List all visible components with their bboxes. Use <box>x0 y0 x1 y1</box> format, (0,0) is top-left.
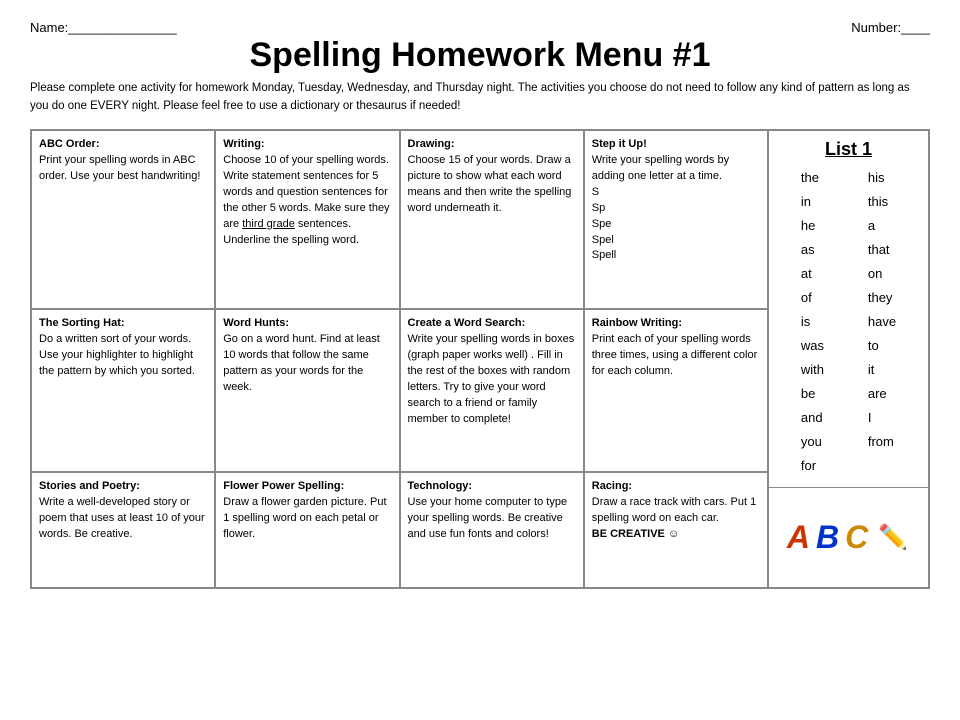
cell-body: Choose 10 of your spelling words. Write … <box>223 154 389 246</box>
page-title: Spelling Homework Menu #1 <box>30 37 930 74</box>
list-item: as <box>801 238 824 262</box>
list-item: in <box>801 190 824 214</box>
list-item: from <box>868 430 896 454</box>
list-item: and <box>801 406 824 430</box>
cell-title: Racing: <box>592 480 632 492</box>
pencil-icon: ✏️ <box>878 523 910 552</box>
cell-body: Write your spelling words in boxes (grap… <box>408 333 575 425</box>
cell-title: Word Hunts: <box>223 317 289 329</box>
list-item: they <box>868 286 896 310</box>
list-item: with <box>801 358 824 382</box>
word-col-2: his this a that on they have to it are I… <box>868 166 896 479</box>
cell-step-it-up: Step it Up! Write your spelling words by… <box>584 130 768 309</box>
list-item: this <box>868 190 896 214</box>
list-item: a <box>868 214 896 238</box>
cell-title: Stories and Poetry: <box>39 480 140 492</box>
cell-title: Create a Word Search: <box>408 317 526 329</box>
cell-rainbow-writing: Rainbow Writing: Print each of your spel… <box>584 309 768 472</box>
cell-body: Write a well-developed story or poem tha… <box>39 496 205 540</box>
list-item: to <box>868 334 896 358</box>
cell-body: Choose 15 of your words. Draw a picture … <box>408 154 572 214</box>
content-grid: ABC Order: Print your spelling words in … <box>30 129 930 589</box>
activity-grid: ABC Order: Print your spelling words in … <box>31 130 769 588</box>
cell-body: Go on a word hunt. Find at least 10 word… <box>223 333 380 393</box>
list-item: is <box>801 310 824 334</box>
list-item: it <box>868 358 896 382</box>
list-title: List 1 <box>779 139 918 160</box>
cell-word-hunts: Word Hunts: Go on a word hunt. Find at l… <box>215 309 399 472</box>
list-item: have <box>868 310 896 334</box>
cell-title: ABC Order: <box>39 138 100 150</box>
cell-title: Drawing: <box>408 138 455 150</box>
list-item: that <box>868 238 896 262</box>
cell-body: Write your spelling words by adding one … <box>592 154 729 262</box>
list-item: his <box>868 166 896 190</box>
cell-title: Step it Up! <box>592 138 647 150</box>
list-item: was <box>801 334 824 358</box>
cell-body: Do a written sort of your words. Use you… <box>39 333 195 377</box>
word-list-sidebar: List 1 the in he as at of is was with be… <box>769 130 929 588</box>
cell-racing: Racing: Draw a race track with cars. Put… <box>584 472 768 587</box>
list-item: for <box>801 454 824 478</box>
cell-title: Technology: <box>408 480 473 492</box>
list-item: I <box>868 406 896 430</box>
letter-b: B <box>816 519 841 556</box>
cell-abc-order: ABC Order: Print your spelling words in … <box>31 130 215 309</box>
list-item: he <box>801 214 824 238</box>
cell-body: Use your home computer to type your spel… <box>408 496 568 540</box>
list-item: the <box>801 166 824 190</box>
cell-sorting-hat: The Sorting Hat: Do a written sort of yo… <box>31 309 215 472</box>
cell-body: Print your spelling words in ABC order. … <box>39 154 200 182</box>
list-item: are <box>868 382 896 406</box>
cell-stories-poetry: Stories and Poetry: Write a well-develop… <box>31 472 215 587</box>
number-label: Number:____ <box>851 20 930 35</box>
list-item: on <box>868 262 896 286</box>
cell-title: The Sorting Hat: <box>39 317 125 329</box>
cell-body: Draw a race track with cars. Put 1 spell… <box>592 496 756 540</box>
word-col-1: the in he as at of is was with be and yo… <box>801 166 824 479</box>
cell-word-search: Create a Word Search: Write your spellin… <box>400 309 584 472</box>
list-item: you <box>801 430 824 454</box>
word-columns: the in he as at of is was with be and yo… <box>779 166 918 479</box>
cell-title: Flower Power Spelling: <box>223 480 344 492</box>
abc-art-section: A B C ✏️ <box>769 488 929 588</box>
cell-technology: Technology: Use your home computer to ty… <box>400 472 584 587</box>
cell-writing: Writing: Choose 10 of your spelling word… <box>215 130 399 309</box>
cell-drawing: Drawing: Choose 15 of your words. Draw a… <box>400 130 584 309</box>
name-label: Name:_______________ <box>30 20 177 35</box>
letter-a: A <box>787 519 812 556</box>
abc-art: A B C ✏️ <box>787 519 910 556</box>
instructions-text: Please complete one activity for homewor… <box>30 80 930 115</box>
cell-title: Writing: <box>223 138 264 150</box>
cell-flower-power: Flower Power Spelling: Draw a flower gar… <box>215 472 399 587</box>
cell-title: Rainbow Writing: <box>592 317 682 329</box>
list-item: at <box>801 262 824 286</box>
cell-body: Draw a flower garden picture. Put 1 spel… <box>223 496 386 540</box>
cell-body: Print each of your spelling words three … <box>592 333 758 377</box>
letter-c: C <box>845 519 870 556</box>
list-item: of <box>801 286 824 310</box>
list-section: List 1 the in he as at of is was with be… <box>769 130 929 488</box>
list-item: be <box>801 382 824 406</box>
